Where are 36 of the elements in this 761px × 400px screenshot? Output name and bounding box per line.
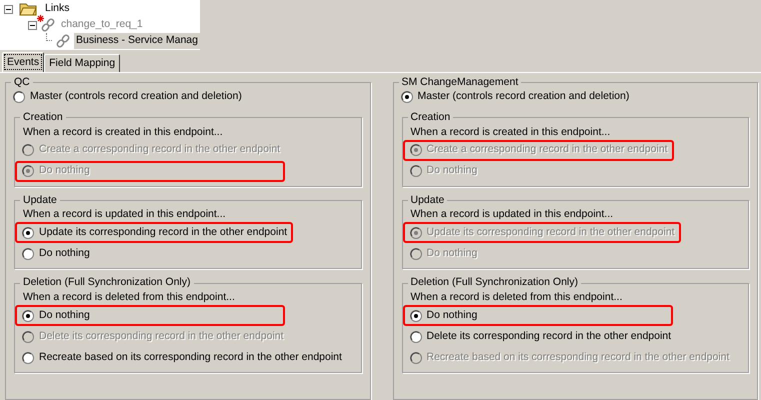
group-prompt: When a record is updated in this endpoint...: [410, 207, 614, 222]
group-prompt: When a record is created in this endpoint...: [410, 124, 612, 140]
group-prompt: When a record is updated in this endpoint...: [23, 207, 227, 222]
radio-option[interactable]: Do nothing: [15, 305, 285, 326]
link-icon: [40, 18, 56, 32]
radio-button[interactable]: [22, 226, 34, 239]
group-prompt: When a record is created in this endpoint...: [23, 124, 224, 140]
radio-button[interactable]: [22, 352, 34, 364]
tree-item[interactable]: Links: [43, 1, 72, 17]
tree-item[interactable]: change_to_req_1: [59, 17, 145, 33]
radio-option[interactable]: Update its corresponding record in the other endpoint: [15, 222, 294, 244]
group-title: Creation: [410, 110, 452, 125]
tab[interactable]: Field Mapping: [44, 54, 120, 72]
collapse-icon[interactable]: [4, 4, 13, 14]
collapse-icon[interactable]: [28, 20, 37, 30]
radio-option[interactable]: Do nothing: [402, 305, 672, 326]
group-title: Update: [410, 192, 446, 208]
radio-button[interactable]: [400, 91, 412, 104]
tab[interactable]: Events: [2, 52, 44, 72]
folder-icon: [19, 2, 37, 16]
tree-item[interactable]: Business - Service Manag: [74, 33, 200, 49]
radio-button[interactable]: [22, 310, 34, 322]
radio-button[interactable]: [13, 91, 25, 104]
group-title: Creation: [22, 110, 64, 125]
group-title: Update: [22, 192, 58, 208]
radio-button[interactable]: [410, 330, 422, 342]
group-title: Deletion (Full Synchronization Only): [410, 275, 579, 290]
radio-button[interactable]: [22, 248, 34, 260]
radio-option[interactable]: Recreate based on its corresponding record in the other endpoint: [15, 347, 348, 368]
group-prompt: When a record is deleted from this endpoint...: [410, 290, 624, 305]
group-title: Deletion (Full Synchronization Only): [22, 275, 192, 290]
link-icon: [55, 34, 72, 48]
radio-option[interactable]: Do nothing: [15, 243, 96, 264]
group-prompt: When a record is deleted from this endpoint...: [23, 290, 236, 305]
radio-option[interactable]: Delete its corresponding record in the other endpoint: [402, 326, 678, 347]
radio-button[interactable]: [410, 310, 422, 322]
